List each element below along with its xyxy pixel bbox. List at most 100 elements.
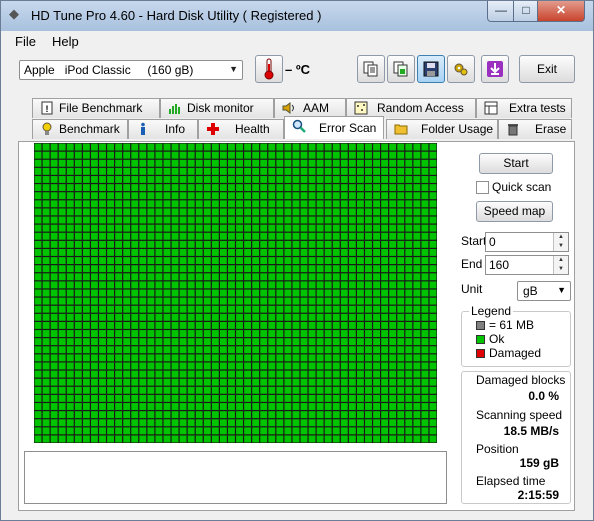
scan-block (155, 281, 163, 289)
scan-block (107, 216, 114, 224)
scan-block (260, 338, 268, 346)
scan-block (300, 354, 308, 362)
scan-block (252, 249, 260, 256)
scan-block (284, 346, 292, 354)
exit-button[interactable]: Exit (519, 55, 575, 83)
temperature-button[interactable] (255, 55, 283, 83)
tab-error-scan[interactable]: Error Scan (284, 116, 384, 139)
scan-block (389, 321, 397, 329)
tab-file-benchmark[interactable]: ! File Benchmark (32, 98, 160, 118)
scan-block (332, 200, 340, 208)
scan-block (147, 208, 155, 216)
scan-block (332, 330, 340, 337)
scan-block (405, 192, 413, 200)
tab-aam[interactable]: AAM (274, 98, 346, 118)
scan-block (123, 192, 131, 200)
scan-block (195, 394, 203, 402)
scan-block (171, 419, 179, 427)
spinner-down-icon[interactable]: ▼ (553, 265, 568, 274)
options-button[interactable] (447, 55, 475, 83)
unit-select[interactable]: gB ▼ (517, 281, 571, 301)
scan-block (381, 224, 389, 232)
start-spinner[interactable]: 0 ▲ ▼ (485, 232, 569, 252)
tab-extra-tests[interactable]: Extra tests (476, 98, 572, 118)
scan-block (91, 330, 98, 337)
end-value: 160 (489, 258, 510, 272)
scan-block (115, 240, 123, 248)
scan-block (268, 184, 276, 192)
quick-scan-checkbox[interactable] (476, 181, 489, 194)
scan-block (58, 435, 66, 443)
scan-block (373, 167, 380, 175)
scan-block (365, 281, 372, 289)
scan-block (236, 297, 243, 305)
tab-random-access[interactable]: Random Access (346, 98, 476, 118)
scan-block (268, 281, 276, 289)
scan-block (236, 419, 243, 427)
title-bar[interactable]: ◆ HD Tune Pro 4.60 - Hard Disk Utility (… (1, 1, 593, 31)
scan-block (260, 192, 268, 200)
scan-block (268, 386, 276, 394)
scan-block (284, 257, 292, 265)
scan-block (421, 411, 429, 419)
scan-block (405, 208, 413, 216)
copy-text-button[interactable] (357, 55, 385, 83)
scan-block (405, 224, 413, 232)
scan-block (300, 143, 308, 151)
scan-block (284, 313, 292, 321)
scan-block (139, 184, 147, 192)
menu-help[interactable]: Help (52, 34, 79, 49)
scan-block (99, 232, 106, 240)
scan-block (99, 265, 106, 273)
save-button[interactable] (417, 55, 445, 83)
scan-block (82, 362, 90, 370)
scan-block (66, 435, 74, 443)
scan-block (292, 313, 300, 321)
scan-block (244, 346, 252, 354)
block-map (34, 143, 437, 443)
scan-block (397, 159, 405, 167)
scan-block (228, 330, 235, 337)
tab-erase[interactable]: Erase (498, 119, 572, 139)
drive-select[interactable]: Apple iPod Classic (160 gB) ▼ (19, 60, 243, 80)
close-button[interactable]: ✕ (537, 1, 585, 22)
menu-file[interactable]: File (15, 34, 36, 49)
disk-monitor-icon (167, 101, 183, 116)
scan-block (163, 224, 171, 232)
scan-block (316, 330, 324, 337)
scan-block (292, 159, 300, 167)
scan-block (147, 427, 155, 435)
tab-folder-usage[interactable]: Folder Usage (386, 119, 498, 139)
unit-value: gB (523, 284, 538, 298)
start-scan-button[interactable]: Start (479, 153, 553, 174)
scan-block (91, 200, 98, 208)
scan-block (421, 297, 429, 305)
scan-block (389, 232, 397, 240)
scan-block (82, 240, 90, 248)
maximize-button[interactable]: □ (513, 1, 539, 22)
start-value: 0 (489, 235, 496, 249)
scan-block (308, 184, 316, 192)
tab-benchmark[interactable]: Benchmark (32, 119, 128, 139)
tab-disk-monitor[interactable]: Disk monitor (160, 98, 274, 118)
scan-block (252, 281, 260, 289)
scan-block (316, 394, 324, 402)
scan-block (357, 394, 364, 402)
scan-block (292, 289, 300, 297)
minimize-button[interactable]: — (487, 1, 515, 22)
scan-block (219, 151, 227, 159)
tab-info[interactable]: Info (128, 119, 198, 139)
scan-block (203, 411, 211, 419)
copy-screenshot-button[interactable] (387, 55, 415, 83)
scan-block (82, 281, 90, 289)
download-button[interactable] (481, 55, 509, 83)
spinner-down-icon[interactable]: ▼ (553, 242, 568, 251)
legend-title: Legend (469, 304, 514, 318)
scan-block (147, 321, 155, 329)
scan-block (131, 176, 139, 183)
scan-block (429, 281, 437, 289)
speed-map-button[interactable]: Speed map (476, 201, 553, 222)
tab-health[interactable]: Health (198, 119, 284, 139)
end-spinner[interactable]: 160 ▲ ▼ (485, 255, 569, 275)
scan-block (203, 419, 211, 427)
